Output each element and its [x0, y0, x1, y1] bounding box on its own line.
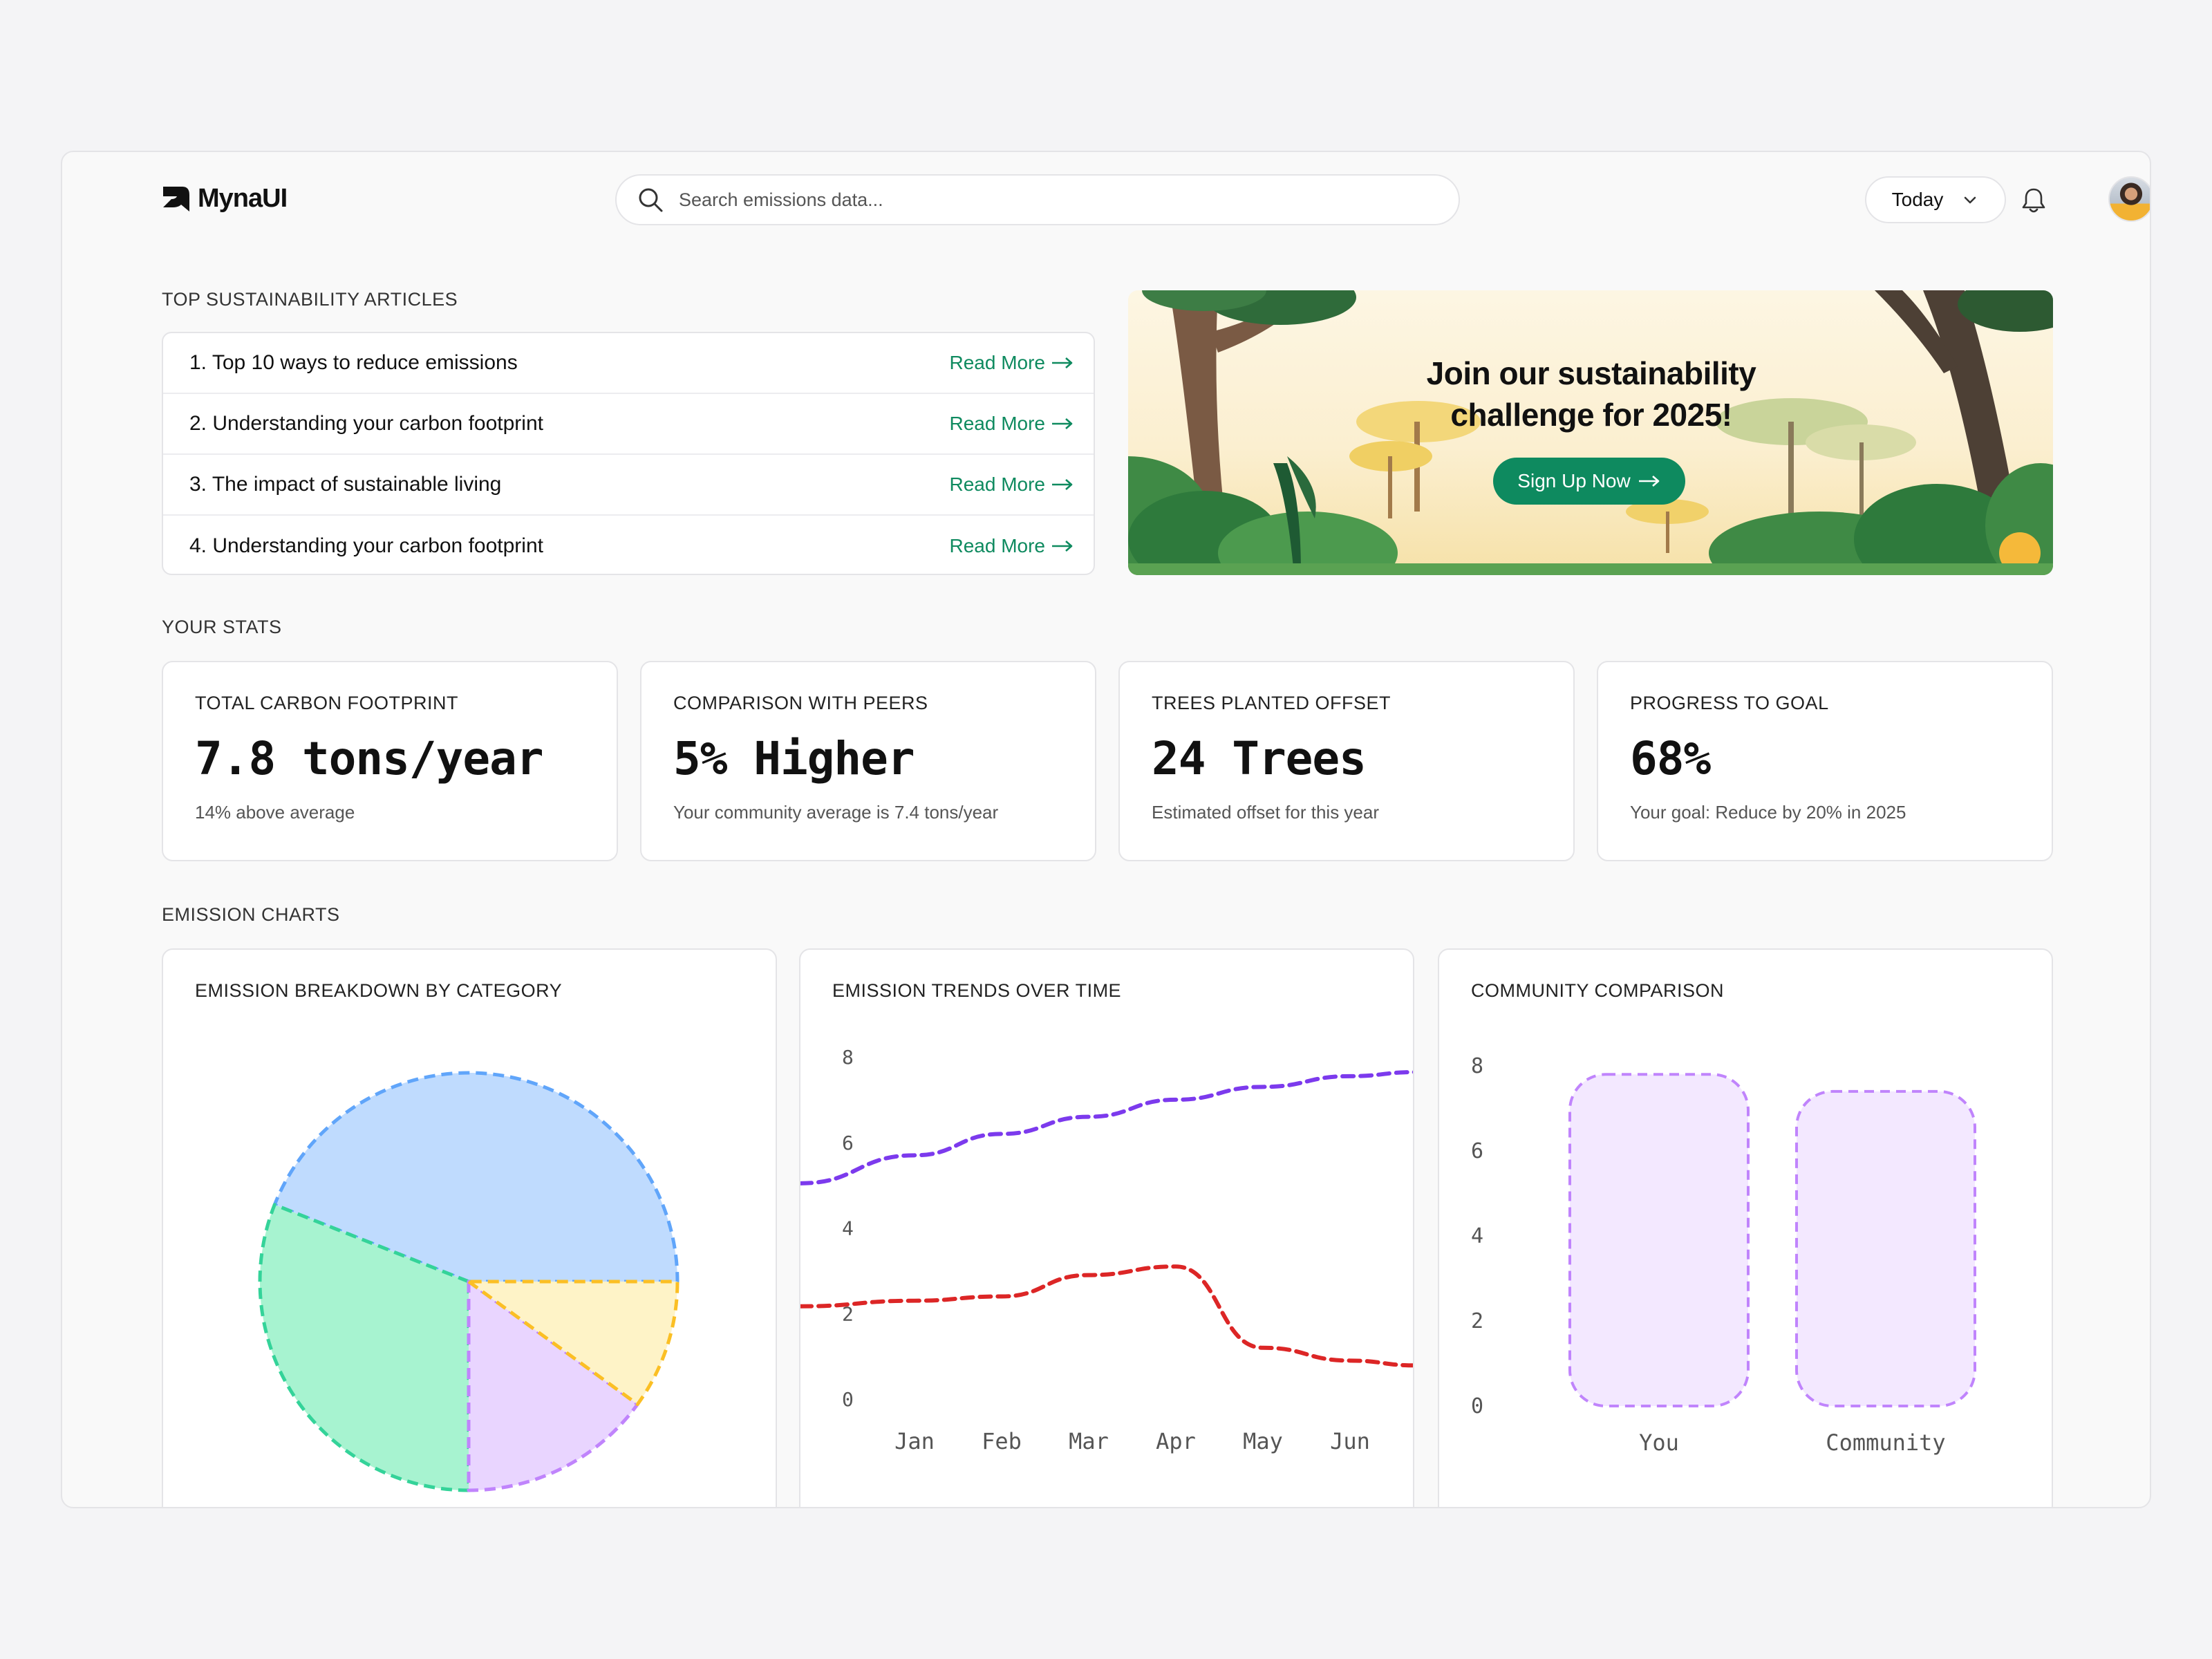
stat-card-trees-planted: TREES PLANTED OFFSET 24 Trees Estimated … — [1118, 661, 1575, 861]
y-tick-label: 0 — [842, 1388, 854, 1411]
sign-up-button[interactable]: Sign Up Now — [1493, 458, 1685, 505]
y-tick-label: 8 — [1471, 1054, 1483, 1078]
banner-headline: Join our sustainability challenge for 20… — [1335, 353, 1847, 435]
pie-chart-card: EMISSION BREAKDOWN BY CATEGORY — [162, 948, 777, 1507]
y-tick-label: 2 — [1471, 1309, 1483, 1333]
stat-label: COMPARISON WITH PEERS — [673, 693, 928, 713]
banner-line-1: Join our sustainability — [1426, 355, 1756, 391]
arrow-right-icon — [1052, 418, 1073, 429]
bar-chart: 0 2 4 6 8 You Community — [1471, 1054, 1976, 1456]
search-icon — [639, 188, 663, 212]
read-more-link[interactable]: Read More — [949, 352, 1074, 374]
x-tick-label: Jan — [894, 1428, 935, 1454]
article-item[interactable]: 3. The impact of sustainable living Read… — [163, 455, 1094, 516]
stat-card-progress-to-goal: PROGRESS TO GOAL 68% Your goal: Reduce b… — [1597, 661, 2053, 861]
read-more-link[interactable]: Read More — [949, 474, 1074, 496]
stat-card-carbon-footprint: TOTAL CARBON FOOTPRINT 7.8 tons/year 14%… — [162, 661, 618, 861]
read-more-link[interactable]: Read More — [949, 413, 1074, 435]
article-title: 3. The impact of sustainable living — [189, 473, 502, 496]
arrow-right-icon — [1052, 479, 1073, 490]
articles-section-label: TOP SUSTAINABILITY ARTICLES — [162, 289, 458, 310]
stat-value: 5% Higher — [673, 732, 915, 785]
x-tick-label: Feb — [982, 1428, 1022, 1454]
read-more-label: Read More — [949, 413, 1045, 434]
search-input[interactable] — [679, 189, 1370, 211]
line-chart-card: 0 2 4 6 8 Jan Feb Mar Apr May Jun EMISSION TRENDS … — [799, 948, 1414, 1507]
y-tick-label: 4 — [842, 1217, 854, 1240]
charts-section-label: EMISSION CHARTS — [162, 904, 340, 925]
x-tick-label: You — [1639, 1430, 1679, 1456]
stat-card-peer-comparison: COMPARISON WITH PEERS 5% Higher Your com… — [640, 661, 1096, 861]
read-more-link[interactable]: Read More — [949, 535, 1074, 557]
stat-value: 24 Trees — [1152, 732, 1367, 785]
logo[interactable]: MynaUI — [162, 184, 288, 214]
bell-icon[interactable] — [2020, 185, 2047, 214]
stat-subtext: Estimated offset for this year — [1152, 802, 1379, 823]
bar-chart-card: 0 2 4 6 8 You Community COMMUNITY COMPARISON — [1438, 948, 2053, 1507]
x-tick-label: Community — [1826, 1430, 1945, 1456]
top-bar: MynaUI Today — [162, 174, 2150, 227]
arrow-right-icon — [1052, 541, 1073, 552]
sign-up-label: Sign Up Now — [1517, 470, 1631, 491]
article-title: 1. Top 10 ways to reduce emissions — [189, 351, 518, 374]
stat-label: TOTAL CARBON FOOTPRINT — [195, 693, 459, 713]
article-item[interactable]: 4. Understanding your carbon footprint R… — [163, 516, 1094, 574]
date-filter-select[interactable]: Today — [1865, 176, 2006, 223]
chart-title: EMISSION BREAKDOWN BY CATEGORY — [195, 980, 563, 1001]
article-item[interactable]: 2. Understanding your carbon footprint R… — [163, 394, 1094, 455]
avatar[interactable] — [2108, 176, 2150, 222]
logo-icon — [163, 186, 189, 212]
x-tick-label: Apr — [1156, 1428, 1196, 1454]
read-more-label: Read More — [949, 474, 1045, 495]
date-filter-value: Today — [1891, 189, 1944, 210]
arrow-right-icon — [1638, 476, 1660, 487]
stat-label: TREES PLANTED OFFSET — [1152, 693, 1391, 713]
stat-subtext: Your goal: Reduce by 20% in 2025 — [1630, 802, 1906, 823]
article-title: 4. Understanding your carbon footprint — [189, 534, 543, 557]
logo-text: MynaUI — [198, 184, 288, 213]
read-more-label: Read More — [949, 535, 1045, 556]
articles-list: 1. Top 10 ways to reduce emissions Read … — [162, 332, 1095, 575]
series-line[interactable] — [800, 1264, 1414, 1368]
chevron-down-icon — [1965, 196, 1976, 204]
stats-section-label: YOUR STATS — [162, 617, 282, 637]
y-tick-label: 6 — [842, 1132, 854, 1154]
stat-subtext: Your community average is 7.4 tons/year — [673, 802, 999, 823]
y-tick-label: 8 — [842, 1046, 854, 1069]
y-tick-label: 6 — [1471, 1139, 1483, 1163]
x-tick-label: May — [1243, 1428, 1283, 1454]
line-chart: 02468Jan Feb Mar Apr May Jun — [800, 1046, 1414, 1454]
search-bar[interactable] — [615, 174, 1460, 225]
stat-value: 7.8 tons/year — [195, 732, 544, 785]
x-tick-label: Jun — [1330, 1428, 1370, 1454]
stat-subtext: 14% above average — [195, 802, 355, 823]
series-line[interactable] — [800, 1070, 1414, 1185]
challenge-banner: Join our sustainability challenge for 20… — [1128, 290, 2053, 575]
pie-chart — [258, 1071, 679, 1492]
banner-line-2: challenge for 2025! — [1450, 397, 1732, 433]
article-item[interactable]: 1. Top 10 ways to reduce emissions Read … — [163, 333, 1094, 394]
arrow-right-icon — [1052, 357, 1073, 368]
y-tick-label: 4 — [1471, 1224, 1483, 1248]
article-title: 2. Understanding your carbon footprint — [189, 412, 543, 435]
bar[interactable] — [1795, 1089, 1976, 1407]
bar[interactable] — [1568, 1073, 1750, 1408]
app-frame: MynaUI Today TOP SUSTAINABILITY ARTICLES… — [61, 151, 2151, 1508]
stat-value: 68% — [1630, 732, 1711, 785]
chart-title: COMMUNITY COMPARISON — [1471, 980, 1725, 1001]
y-tick-label: 0 — [1471, 1394, 1483, 1418]
read-more-label: Read More — [949, 352, 1045, 373]
chart-title: EMISSION TRENDS OVER TIME — [832, 980, 1122, 1001]
stat-label: PROGRESS TO GOAL — [1630, 693, 1829, 713]
x-tick-label: Mar — [1069, 1428, 1109, 1454]
